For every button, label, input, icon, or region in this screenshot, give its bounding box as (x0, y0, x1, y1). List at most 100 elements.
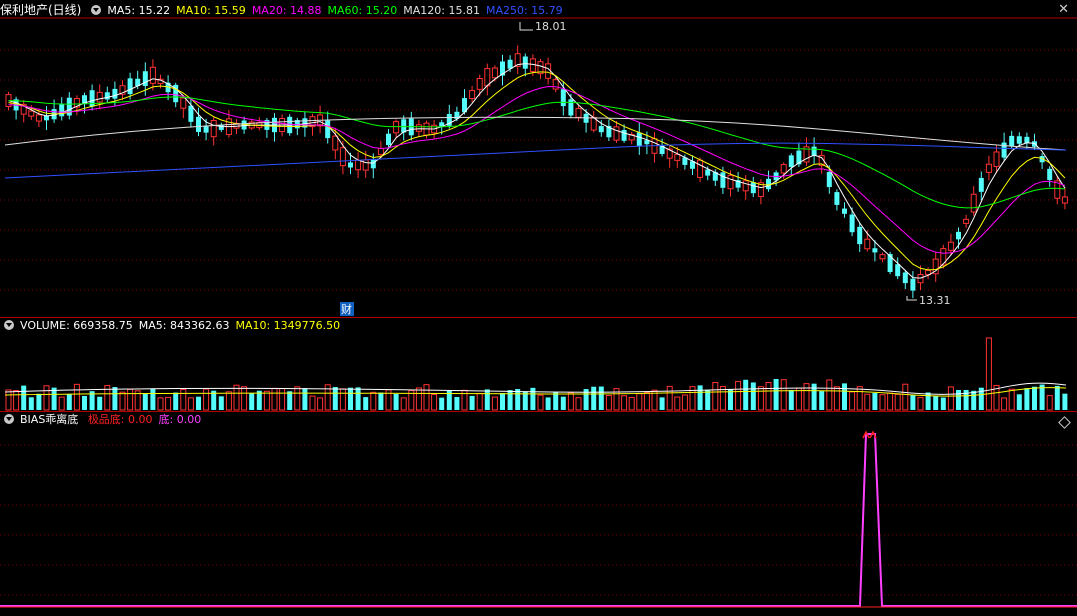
ma10-line (8, 71, 1066, 271)
volume-bar (73, 383, 80, 411)
volume-bar (933, 395, 939, 410)
volume-bar (697, 385, 703, 410)
volume-bar (971, 390, 977, 410)
volume-bar (287, 391, 293, 410)
candle-body (872, 248, 878, 253)
candle-body (834, 192, 840, 205)
volume-bar (393, 393, 399, 410)
candle-body (697, 159, 704, 178)
candle-body (415, 124, 422, 132)
volume-bar (567, 392, 574, 411)
candle-body (203, 126, 209, 133)
volume-bar (864, 393, 871, 411)
stock-chart[interactable]: 18.01 13.31 财 (0, 0, 1077, 616)
volume-bar (165, 396, 172, 411)
candle-body (348, 162, 353, 168)
volume-bar (355, 387, 361, 410)
volume-bar (142, 393, 148, 410)
volume-bar (765, 381, 772, 411)
volume-bar (842, 383, 847, 410)
volume-bar (370, 391, 377, 411)
candle-body (750, 182, 756, 194)
volume-bar (363, 397, 369, 410)
candle-body (507, 59, 513, 69)
ma5-line (8, 63, 1066, 279)
volume-bar (1016, 394, 1022, 410)
high-pointer (519, 22, 533, 31)
volume-bar (13, 390, 20, 411)
volume-bar (985, 337, 992, 411)
candle-body (879, 254, 886, 260)
candle-body (849, 214, 855, 233)
volume-bar (225, 391, 232, 411)
volume-bar (826, 379, 833, 411)
volume-bar (735, 380, 742, 411)
volume-bar (279, 388, 286, 411)
volume-bar (705, 389, 711, 410)
candle-body (788, 155, 794, 168)
candle-body (864, 238, 871, 250)
volume-bar (187, 397, 194, 411)
candle-body (621, 129, 627, 141)
volume-bar (28, 397, 34, 410)
candle-body (598, 126, 604, 133)
volume-bar (423, 384, 430, 411)
volume-bar (415, 387, 422, 411)
volume-bar (82, 395, 87, 410)
volume-bar (833, 386, 840, 411)
volume-bar (500, 393, 505, 410)
volume-bar (681, 394, 688, 411)
candle-body (35, 114, 42, 122)
bias-line (0, 433, 1077, 607)
candle-body (149, 66, 156, 84)
volume-bar (1062, 393, 1068, 410)
volume-bar (757, 386, 764, 411)
candle-body (339, 147, 346, 167)
candle-body (377, 147, 384, 156)
candle-body (362, 159, 369, 171)
volume-bar (515, 389, 521, 410)
volume-bar (947, 386, 954, 411)
volume-bar (150, 388, 156, 410)
volume-bar (894, 393, 901, 411)
financial-marker: 财 (341, 302, 352, 316)
volume-bar (902, 383, 909, 411)
volume-bar (910, 394, 916, 410)
volume-bar (173, 392, 179, 410)
volume-bar (127, 388, 134, 411)
volume-bar (728, 389, 733, 410)
candle-body (1061, 196, 1068, 204)
volume-bar (560, 396, 566, 410)
volume-bar (537, 394, 544, 411)
candle-body (826, 171, 832, 188)
volume-bar (925, 392, 931, 410)
volume-bar (743, 379, 749, 410)
volume-bar (621, 395, 628, 411)
volume-bar (628, 396, 635, 411)
candle-body (484, 68, 491, 87)
candle-body (780, 164, 787, 174)
volume-bar (112, 387, 118, 410)
candle-body (1024, 136, 1030, 144)
volume-bar (476, 392, 483, 411)
volume-bar (400, 397, 407, 411)
candle-body (188, 105, 194, 122)
volume-bar (97, 396, 103, 410)
candle-body (96, 91, 103, 103)
candle-body (545, 63, 552, 79)
candle-body (613, 126, 620, 141)
volume-bar (66, 393, 72, 410)
volume-bar (872, 392, 878, 410)
volume-bar (431, 393, 438, 411)
candle-body (104, 92, 110, 100)
volume-bar (530, 387, 536, 410)
candle-body (742, 180, 749, 192)
ma250-line (4, 142, 1067, 179)
volume-bar (674, 396, 681, 411)
volume-bar (203, 388, 210, 411)
volume-bar (879, 394, 886, 411)
volume-bar (956, 389, 961, 410)
volume-bar (454, 396, 460, 410)
candle-body (332, 135, 339, 151)
candle-body (902, 272, 908, 284)
